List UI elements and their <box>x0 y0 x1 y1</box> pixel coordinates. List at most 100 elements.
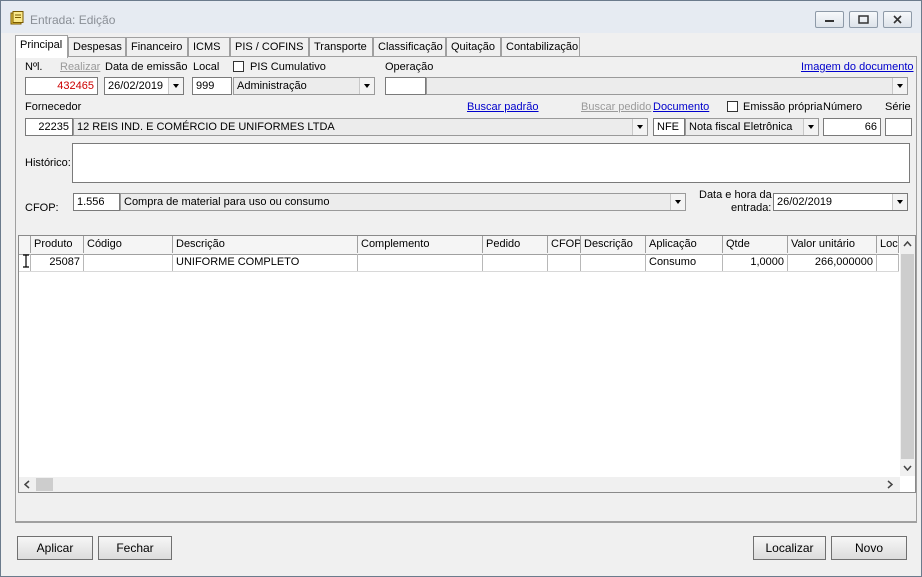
cell-cfop[interactable] <box>548 254 581 271</box>
col-codigo[interactable]: Código <box>84 236 173 253</box>
minimize-button[interactable] <box>815 11 844 28</box>
tab-transporte[interactable]: Transporte <box>309 37 373 57</box>
grid-header: Produto Código Descrição Complemento Ped… <box>19 236 899 255</box>
bottom-divider <box>15 522 917 523</box>
tab-financeiro[interactable]: Financeiro <box>126 37 188 57</box>
fornecedor-select[interactable]: 12 REIS IND. E COMÉRCIO DE UNIFORMES LTD… <box>73 118 648 136</box>
operacao-label: Operação <box>385 61 434 73</box>
grid-header-indicator <box>19 236 31 253</box>
cfop-desc-value: Compra de material para uso ou consumo <box>124 196 330 208</box>
horizontal-scroll-thumb[interactable] <box>36 478 53 491</box>
fechar-button[interactable]: Fechar <box>98 536 172 560</box>
table-row[interactable]: 25087 UNIFORME COMPLETO Consumo 1,0000 2… <box>19 254 899 272</box>
data-entrada-label-2: entrada: <box>731 202 772 214</box>
cell-complemento[interactable] <box>358 254 483 271</box>
vertical-scroll-thumb[interactable] <box>901 254 914 459</box>
serie-field[interactable] <box>885 118 912 136</box>
cfop-select[interactable]: Compra de material para uso ou consumo <box>120 193 686 211</box>
data-entrada-value: 26/02/2019 <box>777 196 833 208</box>
chevron-down-icon[interactable] <box>632 119 647 135</box>
documento-code-field[interactable]: NFE <box>653 118 685 136</box>
scroll-up-icon[interactable] <box>903 241 912 247</box>
chevron-down-icon[interactable] <box>359 78 374 94</box>
documento-link[interactable]: Documento <box>653 101 709 113</box>
num-field[interactable]: 432465 <box>25 77 98 95</box>
col-pedido[interactable]: Pedido <box>483 236 548 253</box>
cell-qtde[interactable]: 1,0000 <box>723 254 788 271</box>
cell-valor-unitario[interactable]: 266,000000 <box>788 254 877 271</box>
local-select[interactable]: Administração <box>233 77 375 95</box>
operacao-code-field[interactable] <box>385 77 426 95</box>
cell-aplicacao[interactable]: Consumo <box>646 254 723 271</box>
numero-field[interactable]: 66 <box>823 118 881 136</box>
col-complemento[interactable]: Complemento <box>358 236 483 253</box>
cell-descricao[interactable]: UNIFORME COMPLETO <box>173 254 358 271</box>
scroll-left-icon[interactable] <box>24 480 30 489</box>
cfop-code-field[interactable]: 1.556 <box>73 193 120 211</box>
fornecedor-name-value: 12 REIS IND. E COMÉRCIO DE UNIFORMES LTD… <box>77 121 335 133</box>
chevron-down-icon[interactable] <box>803 119 818 135</box>
numero-label: Número <box>823 101 863 113</box>
tab-despesas[interactable]: Despesas <box>68 37 126 57</box>
realizar-link[interactable]: Realizar <box>60 61 100 73</box>
tab-pis-cofins[interactable]: PIS / COFINS <box>230 37 309 57</box>
cell-codigo[interactable] <box>84 254 173 271</box>
minimize-icon <box>825 20 834 22</box>
scroll-right-icon[interactable] <box>887 480 893 489</box>
buscar-pedido-link[interactable]: Buscar pedido <box>581 101 651 113</box>
documento-type-select[interactable]: Nota fiscal Eletrônica <box>685 118 819 136</box>
col-descricao[interactable]: Descrição <box>173 236 358 253</box>
aplicar-button[interactable]: Aplicar <box>17 536 93 560</box>
documento-type-value: Nota fiscal Eletrônica <box>689 121 793 133</box>
tab-principal[interactable]: Principal <box>15 35 68 58</box>
col-qtde[interactable]: Qtde <box>723 236 788 253</box>
col-aplicacao[interactable]: Aplicação <box>646 236 723 253</box>
fornecedor-code-field[interactable]: 22235 <box>25 118 73 136</box>
emissao-date-field[interactable]: 26/02/2019 <box>104 77 184 95</box>
chevron-down-icon[interactable] <box>892 78 907 94</box>
tab-quitacao[interactable]: Quitação <box>446 37 501 57</box>
emissao-propria-checkbox[interactable] <box>727 101 738 112</box>
chevron-down-icon[interactable] <box>670 194 685 210</box>
pis-cumulativo-checkbox[interactable] <box>233 61 244 72</box>
tab-icms[interactable]: ICMS <box>188 37 230 57</box>
chevron-down-icon[interactable] <box>892 194 907 210</box>
scroll-down-icon[interactable] <box>903 465 912 471</box>
col-produto[interactable]: Produto <box>31 236 84 253</box>
horizontal-scrollbar[interactable] <box>19 477 900 492</box>
local-code-field[interactable]: 999 <box>192 77 232 95</box>
chevron-down-icon[interactable] <box>168 78 183 94</box>
close-button[interactable] <box>883 11 912 28</box>
title-bar <box>1 1 921 33</box>
data-entrada-label-1: Data e hora da <box>699 189 772 201</box>
emissao-propria-label: Emissão própria <box>743 101 823 113</box>
cell-local[interactable] <box>877 254 899 271</box>
col-local[interactable]: Local <box>877 236 899 253</box>
tab-contabilizacao[interactable]: Contabilização <box>501 37 580 57</box>
close-icon <box>893 15 902 24</box>
maximize-button[interactable] <box>849 11 878 28</box>
emissao-date-value: 26/02/2019 <box>108 80 164 92</box>
row-cursor-icon <box>19 254 31 271</box>
emissao-label: Data de emissão <box>105 61 188 73</box>
tab-classificacao[interactable]: Classificação <box>373 37 446 57</box>
novo-button[interactable]: Novo <box>831 536 907 560</box>
serie-label: Série <box>885 101 911 113</box>
operacao-select[interactable] <box>426 77 908 95</box>
localizar-button[interactable]: Localizar <box>753 536 826 560</box>
buscar-padrao-link[interactable]: Buscar padrão <box>467 101 539 113</box>
fornecedor-label: Fornecedor <box>25 101 82 113</box>
items-grid[interactable]: Produto Código Descrição Complemento Ped… <box>18 235 916 493</box>
historico-textarea[interactable] <box>72 143 910 183</box>
cell-pedido[interactable] <box>483 254 548 271</box>
col-valor-unitario[interactable]: Valor unitário <box>788 236 877 253</box>
text-cursor-icon <box>23 254 29 268</box>
vertical-scrollbar[interactable] <box>900 236 915 476</box>
cell-produto[interactable]: 25087 <box>31 254 84 271</box>
data-entrada-field[interactable]: 26/02/2019 <box>773 193 908 211</box>
cell-descricao-cfop[interactable] <box>581 254 646 271</box>
local-name-value: Administração <box>237 80 307 92</box>
col-descricao-cfop[interactable]: Descrição <box>581 236 646 253</box>
imagem-documento-link[interactable]: Imagem do documento <box>801 61 914 73</box>
col-cfop[interactable]: CFOP <box>548 236 581 253</box>
